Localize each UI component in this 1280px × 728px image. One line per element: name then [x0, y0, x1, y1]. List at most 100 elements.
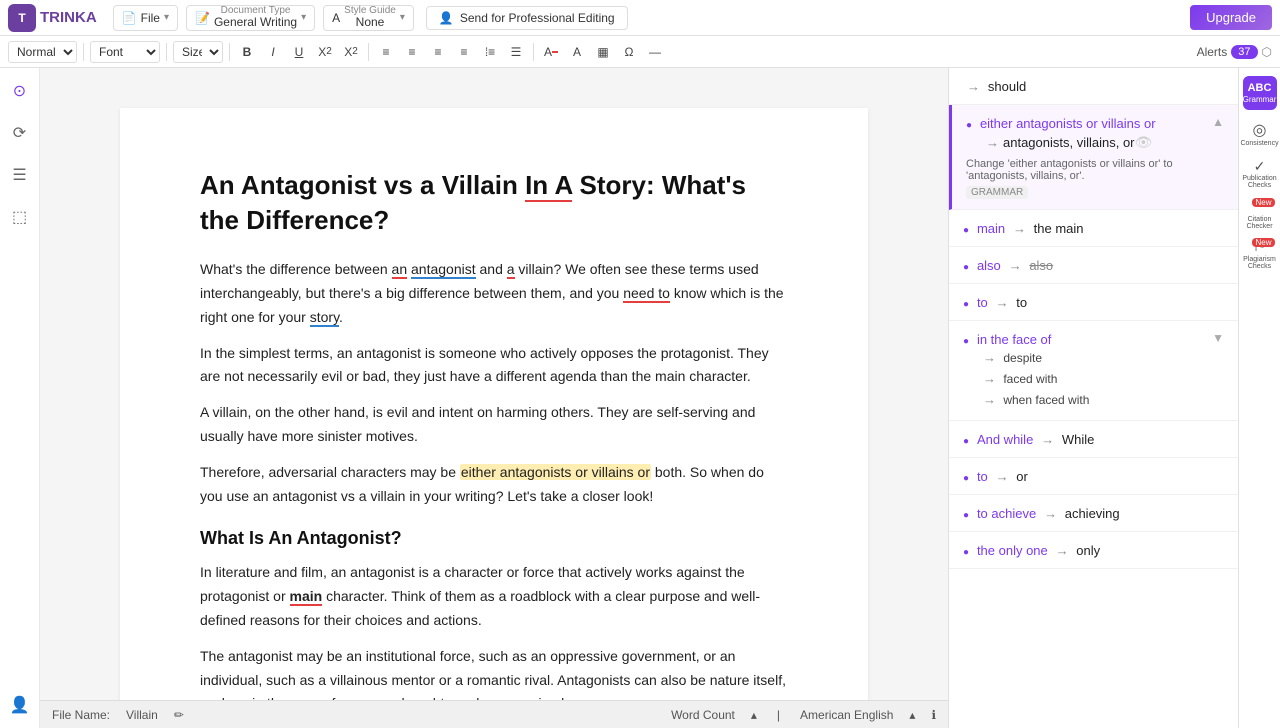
sidebar-icon-documents[interactable]: ☰: [5, 160, 35, 190]
arrow8: →: [1044, 506, 1061, 521]
sug-also-original: also: [977, 258, 1001, 273]
publication-sublabel: Checks: [1248, 182, 1271, 189]
hr-button[interactable]: —: [644, 41, 666, 63]
sidebar-icon-template[interactable]: ⬚: [5, 202, 35, 232]
plagiarism-new-badge: New: [1252, 238, 1274, 247]
editor-area[interactable]: An Antagonist vs a Villain In A Story: W…: [40, 68, 948, 728]
marked-an: an: [392, 261, 408, 279]
style-guide-menu[interactable]: A Style Guide None ▾: [323, 5, 414, 31]
citation-check-button[interactable]: New ❝ Citation Checker: [1243, 196, 1277, 230]
suggestion-face-of[interactable]: ● in the face of ▼ → despite → faced wit…: [949, 321, 1238, 421]
publication-check-button[interactable]: ✓ Publication Checks: [1243, 156, 1277, 190]
upgrade-button[interactable]: Upgrade: [1190, 5, 1272, 30]
bold-button[interactable]: B: [236, 41, 258, 63]
sidebar-icon-account[interactable]: 👤: [5, 690, 35, 720]
suggestion-main[interactable]: ● main → the main: [949, 210, 1238, 247]
arrow3: →: [1009, 258, 1026, 273]
italic-button[interactable]: I: [262, 41, 284, 63]
sug-to-original: to: [977, 295, 988, 310]
suggestion-to[interactable]: ● to → to: [949, 284, 1238, 321]
info-icon[interactable]: ℹ: [931, 708, 936, 722]
bullet-icon6: ●: [963, 436, 969, 447]
sep2: [166, 43, 167, 61]
suggestion-also[interactable]: ● also → also: [949, 247, 1238, 284]
marked-either-antagonists: either antagonists or villains or: [460, 464, 651, 480]
bullet-icon2: ●: [963, 225, 969, 236]
sug-to-replacement: to: [1016, 295, 1027, 310]
doc-type-icon: 📝: [195, 11, 210, 25]
edit-file-name-icon[interactable]: ✏: [174, 708, 184, 722]
doc-type-chevron-icon: ▾: [301, 12, 306, 23]
word-count-button[interactable]: Word Count: [671, 708, 735, 722]
dismiss-icon[interactable]: 👁: [1135, 134, 1153, 151]
sidebar-icon-history[interactable]: ⟳: [5, 118, 35, 148]
filter-icon[interactable]: ⬡: [1262, 45, 1272, 59]
language-button[interactable]: American English: [800, 708, 893, 722]
grammar-check-button[interactable]: ABC Grammar: [1243, 76, 1277, 110]
align-left-button[interactable]: ≡: [375, 41, 397, 63]
suggestion-antagonists[interactable]: ● either antagonists or villains or ▲ → …: [949, 105, 1238, 210]
sug-tag: GRAMMAR: [966, 186, 1028, 199]
editor-content[interactable]: An Antagonist vs a Villain In A Story: W…: [120, 108, 868, 728]
underline-button[interactable]: U: [288, 41, 310, 63]
list-ordered-button[interactable]: ⁞≡: [479, 41, 501, 63]
size-select[interactable]: Size: [173, 41, 223, 63]
font-color-button[interactable]: A: [540, 41, 562, 63]
list-unordered-button[interactable]: ☰: [505, 41, 527, 63]
sep3: [229, 43, 230, 61]
suggestion-should[interactable]: → should: [949, 68, 1238, 105]
plagiarism-label: Plagiarism: [1243, 256, 1276, 263]
style-guide-icon: A: [332, 11, 340, 25]
align-center-button[interactable]: ≡: [401, 41, 423, 63]
suggestion-achieve[interactable]: ● to achieve → achieving: [949, 495, 1238, 532]
consistency-label: Consistency: [1240, 140, 1278, 147]
suggestion-to-or[interactable]: ● to → or: [949, 458, 1238, 495]
superscript-button[interactable]: X2: [340, 41, 362, 63]
sug-face-sub1[interactable]: → despite: [963, 347, 1224, 368]
sug-main-original: main: [977, 221, 1005, 236]
publication-label: Publication: [1242, 175, 1276, 182]
main-layout: ⊙ ⟳ ☰ ⬚ 👤 An Antagonist vs a Villain In …: [0, 68, 1280, 728]
plagiarism-check-button[interactable]: New ⚑ Plagiarism Checks: [1243, 236, 1277, 270]
highlight-button[interactable]: A: [566, 41, 588, 63]
suggestion-and-while[interactable]: ● And while → While: [949, 421, 1238, 458]
special-chars-button[interactable]: Ω: [618, 41, 640, 63]
sug-original-text: either antagonists or villains or: [980, 116, 1156, 131]
doc-type-menu[interactable]: 📝 Document Type General Writing ▾: [186, 5, 315, 31]
marked-story: story: [310, 309, 339, 327]
consistency-check-button[interactable]: ◎ Consistency: [1243, 116, 1277, 150]
bottom-bar: File Name: Villain ✏ Word Count ▴ | Amer…: [40, 700, 948, 728]
sug-also-replacement: also: [1029, 258, 1053, 273]
suggestion-only-one[interactable]: ● the only one → only: [949, 532, 1238, 569]
sidebar-icon-home[interactable]: ⊙: [5, 76, 35, 106]
sug-face-sub2[interactable]: → faced with: [963, 368, 1224, 389]
marked-antagonist: antagonist: [411, 261, 476, 279]
bullet-icon7: ●: [963, 473, 969, 484]
professional-edit-button[interactable]: 👤 Send for Professional Editing: [426, 6, 628, 30]
professional-edit-icon: 👤: [439, 11, 454, 25]
sep1: [83, 43, 84, 61]
align-right-button[interactable]: ≡: [427, 41, 449, 63]
language-chevron: ▴: [909, 708, 915, 722]
bullet-icon9: ●: [963, 547, 969, 558]
sug-to2-original: to: [977, 469, 988, 484]
heading-antagonist: What Is An Antagonist?: [200, 528, 788, 549]
sug-face-sub3[interactable]: → when faced with: [963, 389, 1224, 410]
sug-main-replacement: the main: [1034, 221, 1084, 236]
arrow2: →: [1013, 221, 1030, 236]
style-select[interactable]: Normal: [8, 41, 77, 63]
citation-sublabel: Checker: [1246, 223, 1272, 230]
subscript-button[interactable]: X2: [314, 41, 336, 63]
paragraph-3: A villain, on the other hand, is evil an…: [200, 401, 788, 449]
table-button[interactable]: ▦: [592, 41, 614, 63]
expand-icon[interactable]: ▼: [1212, 331, 1224, 345]
sug-when-faced-with: when faced with: [1003, 393, 1089, 407]
font-select[interactable]: Font: [90, 41, 160, 63]
file-menu[interactable]: 📄 File ▾: [113, 5, 178, 31]
sug-onlyone-original: the only one: [977, 543, 1048, 558]
consistency-icon: ◎: [1253, 120, 1267, 140]
sug-andwhile-replacement: While: [1062, 432, 1095, 447]
collapse-icon[interactable]: ▲: [1212, 115, 1224, 129]
align-justify-button[interactable]: ≡: [453, 41, 475, 63]
bullet-icon8: ●: [963, 510, 969, 521]
